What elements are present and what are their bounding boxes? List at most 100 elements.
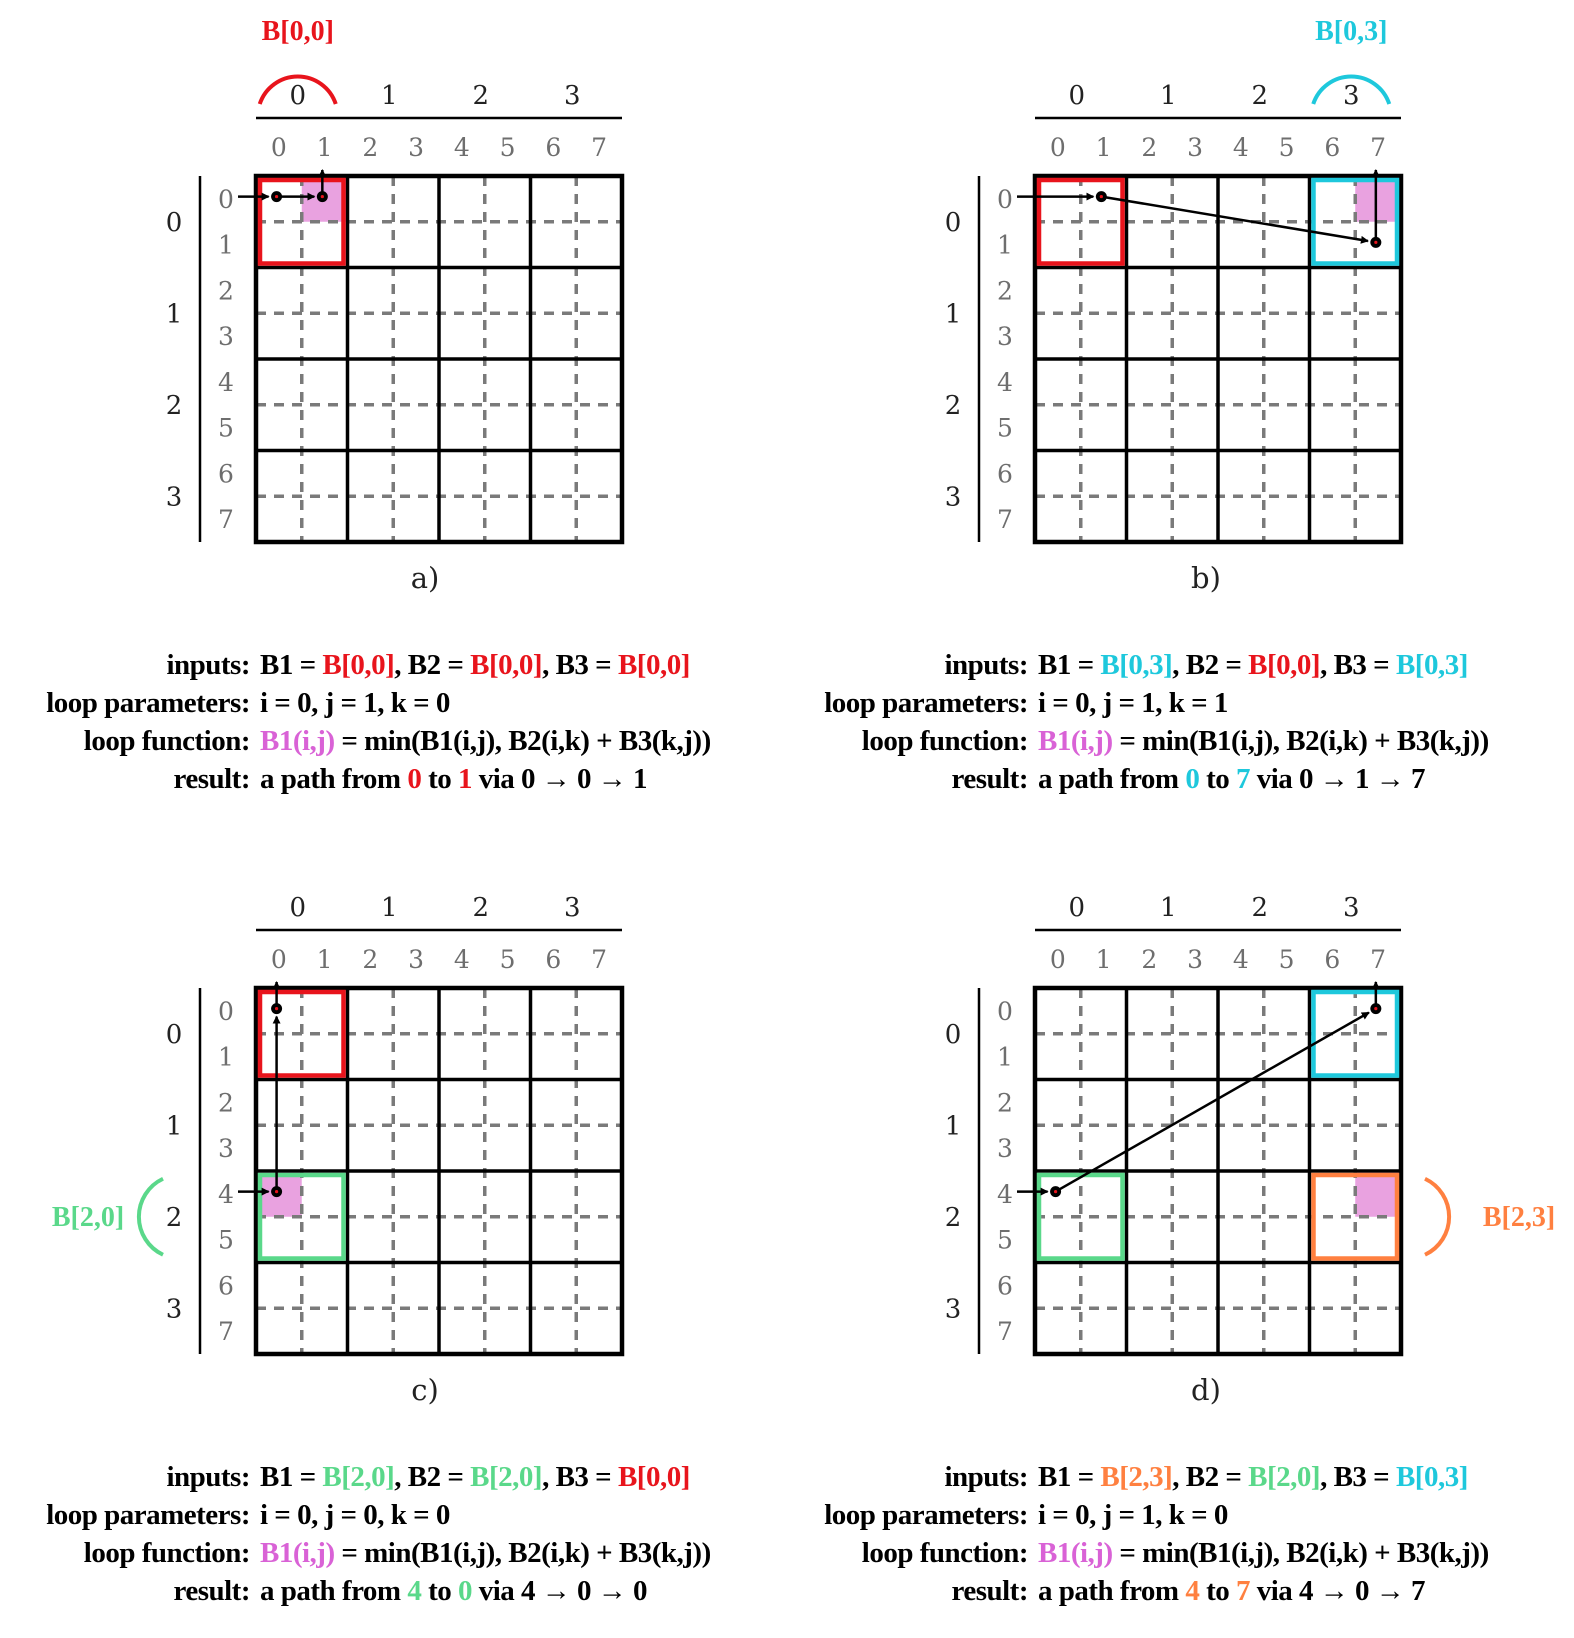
row-index-label: 4 xyxy=(997,368,1013,397)
colored-token: 7 xyxy=(1236,1575,1251,1607)
block-label: B[2,3] xyxy=(1483,1202,1555,1233)
panel-d: 0 1 2 30 1 2 3 4 5 6 7012301234567B[2,3]d) xyxy=(945,893,1555,1407)
loop-parameters-row: loop parameters: i = 0, j = 1, k = 1 xyxy=(778,684,1489,722)
column-block-header: 0 1 2 30 1 2 3 4 5 6 7 xyxy=(1035,81,1401,162)
column-index-label: 1 xyxy=(317,945,333,974)
loop-function-row: loop function: B1(i,j) = min(B1(i,j), B2(… xyxy=(778,1534,1489,1572)
row-header: 0 1 2 3 0 1 2 3 4 5 6 7 xyxy=(945,176,1013,542)
text-token: a path from xyxy=(1038,763,1186,795)
row-label: result: xyxy=(173,1575,250,1607)
panel-b: 0 1 2 30 1 2 3 4 5 6 7012301234567B[0,3]b) xyxy=(945,16,1404,595)
colored-token: B[0,0] xyxy=(617,649,690,681)
row-index-label: 2 xyxy=(218,276,234,305)
colored-token: B[0,0] xyxy=(1248,649,1321,681)
text-token: = min(B1(i,j), B2(i,k) + B3(k,j)) xyxy=(334,725,711,757)
column-index-label: 7 xyxy=(1370,133,1386,162)
inputs-row: inputs: B1 = B[2,3], B2 = B[2,0], B3 = B[… xyxy=(778,1458,1489,1496)
column-block-label: 1 xyxy=(381,893,398,923)
row-index-label: 5 xyxy=(218,1226,234,1255)
column-index-label: 4 xyxy=(454,945,470,974)
text-token: = min(B1(i,j), B2(i,k) + B3(k,j)) xyxy=(334,1537,711,1569)
column-index-label: 2 xyxy=(1141,133,1157,162)
block-arc-indicator xyxy=(1424,1176,1452,1257)
row-index-label: 6 xyxy=(997,459,1013,488)
column-block-label: 3 xyxy=(564,81,581,111)
panel-c: 0 1 2 30 1 2 3 4 5 6 7012301234567B[2,0]c) xyxy=(52,893,625,1407)
row-block-label: 0 xyxy=(945,208,962,238)
column-index-label: 6 xyxy=(1324,945,1340,974)
row-index-label: 1 xyxy=(997,231,1013,260)
column-block-header: 0 1 2 30 1 2 3 4 5 6 7 xyxy=(256,893,622,974)
row-index-label: 0 xyxy=(218,997,234,1026)
column-block-header: 0 1 2 30 1 2 3 4 5 6 7 xyxy=(256,81,622,162)
colored-token: B1(i,j) xyxy=(260,725,335,757)
column-index-label: 6 xyxy=(545,945,561,974)
blocked-floyd-warshall-diagram: 0 1 2 30 1 2 3 4 5 6 7012301234567B[0,0]a)0 1 2 30 1 2 3… xyxy=(52,16,1555,1407)
text-token: via 4 → 0 → 7 xyxy=(1250,1575,1426,1607)
loop-function-row: loop function: B1(i,j) = min(B1(i,j), B2(… xyxy=(0,722,711,760)
colored-token: B[2,3] xyxy=(1100,1461,1173,1493)
text-token: B1 = xyxy=(1038,649,1101,681)
colored-token: B[0,3] xyxy=(1395,649,1468,681)
block-arc-indicator xyxy=(136,1176,164,1257)
path-arrow xyxy=(1101,195,1369,244)
row-value: B1(i,j) = min(B1(i,j), B2(i,k) + B3(k,j)… xyxy=(1038,1534,1489,1572)
row-index-label: 7 xyxy=(218,505,234,534)
path-node-center xyxy=(1374,1006,1378,1011)
panel-c-info: inputs: B1 = B[2,0], B2 = B[2,0], B3 = B[… xyxy=(0,1458,711,1610)
block-grid xyxy=(253,173,625,545)
row-index-label: 2 xyxy=(997,1088,1013,1117)
panel-b-info: inputs: B1 = B[0,3], B2 = B[0,0], B3 = B[… xyxy=(778,646,1489,798)
colored-token: 7 xyxy=(1236,763,1251,795)
row-block-label: 3 xyxy=(945,1294,962,1324)
result-row: result: a path from 0 to 7 via 0 → 1 → 7 xyxy=(778,760,1489,798)
updated-cell-highlight xyxy=(1355,176,1401,222)
column-index-label: 6 xyxy=(1324,133,1340,162)
row-value: a path from 4 to 0 via 4 → 0 → 0 xyxy=(260,1572,648,1610)
row-index-label: 3 xyxy=(218,322,234,351)
row-header: 0 1 2 3 0 1 2 3 4 5 6 7 xyxy=(166,988,234,1354)
column-index-label: 7 xyxy=(591,945,607,974)
result-row: result: a path from 0 to 1 via 0 → 0 → 1 xyxy=(0,760,711,798)
colored-token: B1(i,j) xyxy=(1038,1537,1113,1569)
column-index-label: 0 xyxy=(1050,133,1066,162)
column-index-label: 4 xyxy=(1233,945,1249,974)
panel-a: 0 1 2 30 1 2 3 4 5 6 7012301234567B[0,0]a) xyxy=(166,16,625,595)
path-arrows xyxy=(1017,981,1380,1196)
column-index-label: 2 xyxy=(1141,945,1157,974)
row-value: i = 0, j = 1, k = 1 xyxy=(1038,684,1228,722)
row-label: loop parameters: xyxy=(824,687,1028,719)
row-value: B1(i,j) = min(B1(i,j), B2(i,k) + B3(k,j)… xyxy=(260,1534,711,1572)
text-token: , B3 = xyxy=(542,1461,618,1493)
row-index-label: 6 xyxy=(218,1271,234,1300)
text-token: , B2 = xyxy=(394,649,471,681)
column-index-label: 4 xyxy=(1233,133,1249,162)
row-label: result: xyxy=(951,763,1028,795)
colored-token: B[0,3] xyxy=(1100,649,1173,681)
column-index-label: 3 xyxy=(1187,945,1203,974)
row-index-label: 7 xyxy=(997,505,1013,534)
row-block-label: 1 xyxy=(945,299,962,329)
row-label: result: xyxy=(173,763,250,795)
loop-parameters-row: loop parameters: i = 0, j = 1, k = 0 xyxy=(0,684,711,722)
column-index-label: 0 xyxy=(1050,945,1066,974)
row-index-label: 4 xyxy=(997,1180,1013,1209)
row-label: inputs: xyxy=(944,649,1028,681)
path-node-center xyxy=(274,1189,279,1194)
column-index-label: 0 xyxy=(271,945,287,974)
text-token: , B3 = xyxy=(1320,1461,1396,1493)
panel-d-info: inputs: B1 = B[2,3], B2 = B[2,0], B3 = B[… xyxy=(778,1458,1489,1610)
row-label: inputs: xyxy=(944,1461,1028,1493)
row-value: B1 = B[0,3], B2 = B[0,0], B3 = B[0,3] xyxy=(1038,646,1468,684)
column-block-label: 3 xyxy=(1343,893,1360,923)
row-label: loop parameters: xyxy=(824,1499,1028,1531)
inputs-row: inputs: B1 = B[0,3], B2 = B[0,0], B3 = B[… xyxy=(778,646,1489,684)
text-token: , B3 = xyxy=(1320,649,1396,681)
row-block-label: 1 xyxy=(166,299,183,329)
colored-token: 0 xyxy=(1185,763,1200,795)
colored-token: B1(i,j) xyxy=(260,1537,335,1569)
row-index-label: 0 xyxy=(997,185,1013,214)
column-index-label: 2 xyxy=(362,945,378,974)
colored-token: B1(i,j) xyxy=(1038,725,1113,757)
colored-token: 4 xyxy=(1185,1575,1200,1607)
